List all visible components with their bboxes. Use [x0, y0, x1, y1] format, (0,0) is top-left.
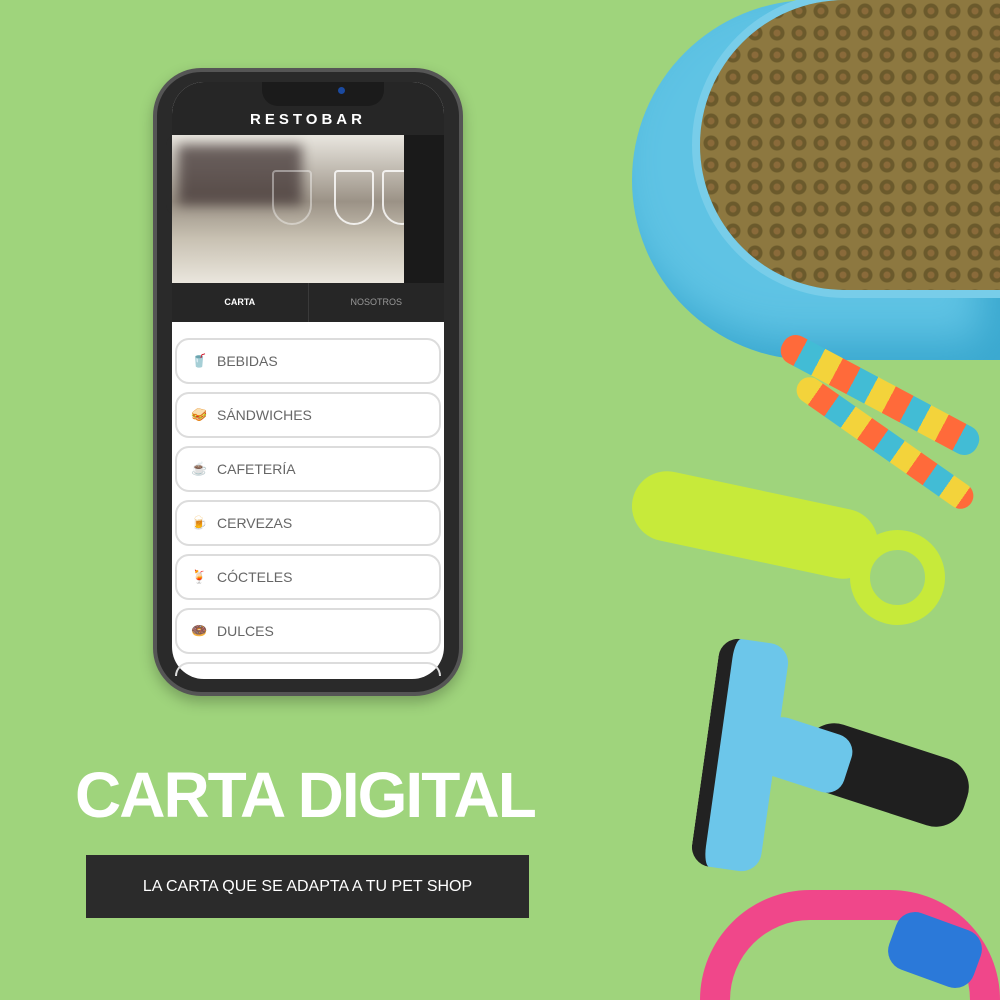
- menu-item-dulces[interactable]: 🍩 DULCES: [175, 608, 441, 654]
- menu-item-sandwiches[interactable]: 🥪 SÁNDWICHES: [175, 392, 441, 438]
- menu-item-label: BEBIDAS: [217, 353, 278, 369]
- menu-item-cafeteria[interactable]: ☕ CAFETERÍA: [175, 446, 441, 492]
- kibble-image: [700, 0, 1000, 290]
- tagline-banner: LA CARTA QUE SE ADAPTA A TU PET SHOP: [86, 855, 529, 918]
- beer-icon: 🍺: [191, 515, 208, 530]
- chew-toy-ring: [850, 530, 945, 625]
- coffee-icon: ☕: [191, 461, 208, 476]
- wine-glass-icon: [334, 170, 374, 225]
- restaurant-hero-image: [172, 135, 444, 283]
- donut-icon: 🍩: [191, 623, 208, 638]
- menu-item-partial[interactable]: [175, 662, 441, 676]
- menu-item-label: CAFETERÍA: [217, 461, 296, 477]
- menu-item-label: SÁNDWICHES: [217, 407, 312, 423]
- cocktail-icon: 🍹: [191, 569, 208, 584]
- chew-toy-image: [625, 464, 885, 586]
- tab-nosotros[interactable]: NOSOTROS: [309, 283, 445, 322]
- drink-icon: 🥤: [191, 353, 208, 368]
- tab-carta[interactable]: CARTA: [172, 283, 309, 322]
- phone-notch: [262, 82, 384, 106]
- wine-glass-icon: [272, 170, 312, 225]
- sandwich-icon: 🥪: [191, 407, 208, 422]
- menu-item-cervezas[interactable]: 🍺 CERVEZAS: [175, 500, 441, 546]
- tab-bar: CARTA NOSOTROS: [172, 283, 444, 322]
- menu-item-label: DULCES: [217, 623, 274, 639]
- menu-item-cocteles[interactable]: 🍹 CÓCTELES: [175, 554, 441, 600]
- menu-item-bebidas[interactable]: 🥤 BEBIDAS: [175, 338, 441, 384]
- menu-item-label: CERVEZAS: [217, 515, 293, 531]
- headline: CARTA DIGITAL: [75, 759, 537, 831]
- phone-screen: RESTOBAR CARTA NOSOTROS 🥤 BEBIDAS 🥪 SÁNDWI…: [172, 82, 444, 679]
- wine-glass-icon: [382, 170, 422, 225]
- menu-list: 🥤 BEBIDAS 🥪 SÁNDWICHES ☕ CAFETERÍA 🍺 CERVEZA…: [175, 338, 441, 676]
- menu-item-label: CÓCTELES: [217, 569, 293, 585]
- camera-icon: [338, 87, 345, 94]
